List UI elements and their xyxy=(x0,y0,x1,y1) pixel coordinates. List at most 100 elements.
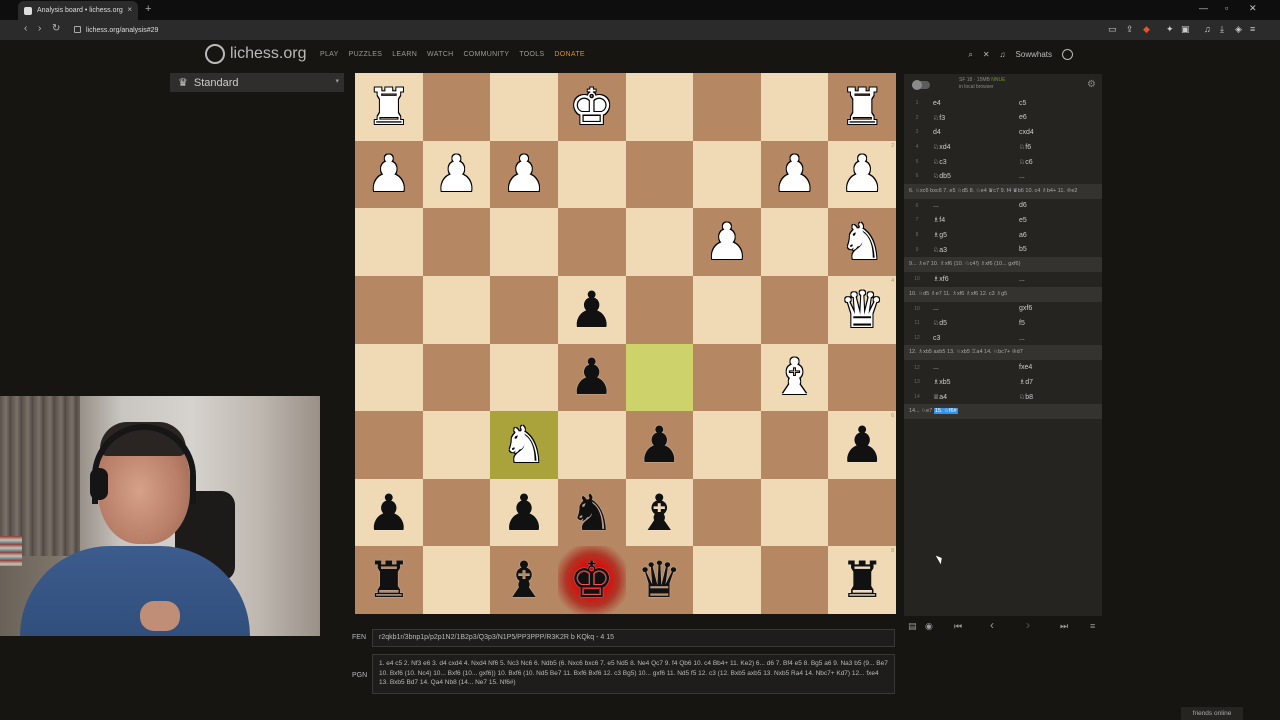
black-move[interactable]: cxd4 xyxy=(1016,129,1102,136)
white-move[interactable]: ♗f4 xyxy=(930,216,1016,224)
new-tab-button[interactable]: + xyxy=(145,3,151,15)
white-move[interactable]: ... xyxy=(930,364,1016,371)
chess-board[interactable]: ♜ ♚ 1 ♜ ♟ ♟ ♟ ♟ 2 ♟ ♟ 3 ♞ ♟ 4 ♛ ♟ ♝ 5 ♞ ♟ 6 ♟ ♟ ♟ ♞ ♝ 7 ♜ ♝ ♚ ♛ 8 ♜ xyxy=(355,73,896,614)
selected-move[interactable]: 15. ♘f6# xyxy=(933,408,958,415)
board-square[interactable]: 4 ♛ xyxy=(828,275,896,344)
board-square[interactable]: ♛ xyxy=(625,546,694,614)
board-square[interactable] xyxy=(625,140,694,209)
chess-piece[interactable]: ♟ xyxy=(569,285,614,335)
board-square[interactable] xyxy=(760,546,829,614)
chess-piece[interactable]: ♜ xyxy=(366,82,411,132)
black-move[interactable]: b5 xyxy=(1016,246,1102,253)
chess-piece[interactable]: ♟ xyxy=(840,420,885,470)
board-square[interactable] xyxy=(355,343,423,412)
board-square[interactable]: ♝ xyxy=(625,478,694,547)
download-icon[interactable]: ⤓ xyxy=(1220,24,1224,35)
board-square[interactable]: ♟ xyxy=(490,478,558,547)
white-move[interactable]: ♘db5 xyxy=(930,172,1016,180)
fen-field[interactable]: r2qkb1r/3bnp1p/p2p1N2/1B2p3/Q3p3/N1P5/PP… xyxy=(372,629,895,647)
board-square[interactable] xyxy=(693,411,761,479)
white-move[interactable]: c3 xyxy=(930,335,1016,342)
chess-piece[interactable]: ♟ xyxy=(434,149,479,199)
board-square[interactable] xyxy=(760,478,829,547)
nav-puzzles[interactable]: PUZZLES xyxy=(349,51,383,58)
chess-piece[interactable]: ♛ xyxy=(637,555,682,605)
chess-piece[interactable]: ♜ xyxy=(840,82,885,132)
black-move[interactable]: ... xyxy=(1016,335,1102,342)
share-icon[interactable]: ⇪ xyxy=(1126,24,1134,35)
url-field[interactable]: lichess.org/analysis#29 xyxy=(70,23,1100,37)
black-move[interactable]: a6 xyxy=(1016,232,1102,239)
nav-watch[interactable]: WATCH xyxy=(427,51,453,58)
media-icon[interactable]: ♫ xyxy=(1204,24,1211,34)
board-square[interactable]: ♟ xyxy=(422,140,491,209)
board-square[interactable] xyxy=(760,411,829,479)
board-square[interactable] xyxy=(693,140,761,209)
white-move[interactable]: ♘c3 xyxy=(930,158,1016,166)
variation-line[interactable]: 10. ♘d5 ♗e7 11. ♗xf6 ♗xf6 12. c3 ♗g5 xyxy=(904,286,1102,302)
user-avatar-icon[interactable] xyxy=(1062,49,1073,60)
forward-icon[interactable]: › xyxy=(38,23,41,34)
board-square[interactable] xyxy=(693,343,761,412)
variation-line[interactable]: 12. ♗xb5 axb5 13. ♘xb5 ♖a4 14. ♘bc7+ ♔d7 xyxy=(904,345,1102,361)
board-square[interactable] xyxy=(625,343,694,412)
board-square[interactable] xyxy=(422,478,491,547)
board-square[interactable]: ♞ xyxy=(490,411,558,479)
back-icon[interactable]: ‹ xyxy=(24,23,27,34)
board-square[interactable] xyxy=(422,411,491,479)
nav-learn[interactable]: LEARN xyxy=(392,51,417,58)
chess-piece[interactable]: ♝ xyxy=(772,352,817,402)
chess-piece[interactable]: ♜ xyxy=(366,555,411,605)
site-info-icon[interactable] xyxy=(74,26,81,33)
black-move[interactable]: d6 xyxy=(1016,202,1102,209)
chess-piece[interactable]: ♞ xyxy=(840,217,885,267)
board-square[interactable] xyxy=(490,343,558,412)
board-square[interactable] xyxy=(355,275,423,344)
board-square[interactable]: 6 ♟ xyxy=(828,411,896,479)
board-square[interactable] xyxy=(693,73,761,141)
board-square[interactable] xyxy=(693,478,761,547)
chess-piece[interactable]: ♟ xyxy=(502,488,547,538)
black-move[interactable]: gxf6 xyxy=(1016,305,1102,312)
black-move[interactable]: f5 xyxy=(1016,320,1102,327)
black-move[interactable]: e5 xyxy=(1016,217,1102,224)
friends-online-button[interactable]: friends online xyxy=(1181,707,1243,720)
chess-piece[interactable]: ♝ xyxy=(637,488,682,538)
board-square[interactable] xyxy=(422,343,491,412)
board-square[interactable] xyxy=(490,73,558,141)
white-move[interactable]: ... xyxy=(930,202,1016,209)
board-square[interactable] xyxy=(693,275,761,344)
board-square[interactable]: 1 ♜ xyxy=(828,73,896,141)
nav-donate[interactable]: DONATE xyxy=(554,51,584,58)
board-square[interactable] xyxy=(625,275,694,344)
white-move[interactable]: ♗xf6 xyxy=(930,275,1016,283)
black-move[interactable]: ♘f6 xyxy=(1016,143,1102,151)
board-square[interactable]: ♟ xyxy=(557,275,626,344)
white-move[interactable]: ♘d5 xyxy=(930,319,1016,327)
black-move[interactable]: fxe4 xyxy=(1016,364,1102,371)
board-square[interactable]: 3 ♞ xyxy=(828,208,896,276)
board-square[interactable]: ♚ xyxy=(557,546,626,614)
white-move[interactable]: ... xyxy=(930,305,1016,312)
black-move[interactable]: ... xyxy=(1016,173,1102,180)
board-square[interactable] xyxy=(490,208,558,276)
board-square[interactable] xyxy=(557,208,626,276)
black-move[interactable]: c5 xyxy=(1016,100,1102,107)
next-move-icon[interactable]: › xyxy=(1026,618,1030,632)
minimize-icon[interactable]: — xyxy=(1199,3,1208,13)
pgn-field[interactable]: 1. e4 c5 2. Nf3 e6 3. d4 cxd4 4. Nxd4 Nf… xyxy=(372,654,895,694)
chess-piece[interactable]: ♚ xyxy=(569,555,614,605)
browser-tab[interactable]: Analysis board • lichess.org × xyxy=(18,1,138,20)
board-square[interactable] xyxy=(760,208,829,276)
tab-close-icon[interactable]: × xyxy=(127,5,132,14)
white-move[interactable]: ♘xd4 xyxy=(930,143,1016,151)
nav-play[interactable]: PLAY xyxy=(320,51,339,58)
reload-icon[interactable]: ↻ xyxy=(52,23,60,34)
chess-piece[interactable]: ♜ xyxy=(840,555,885,605)
board-square[interactable] xyxy=(422,275,491,344)
board-square[interactable]: ♟ xyxy=(355,140,423,209)
hamburger-menu-icon[interactable]: ≡ xyxy=(1090,621,1095,631)
black-move[interactable]: ♘b8 xyxy=(1016,393,1102,401)
board-square[interactable] xyxy=(693,546,761,614)
practice-icon[interactable]: ◉ xyxy=(925,621,933,632)
